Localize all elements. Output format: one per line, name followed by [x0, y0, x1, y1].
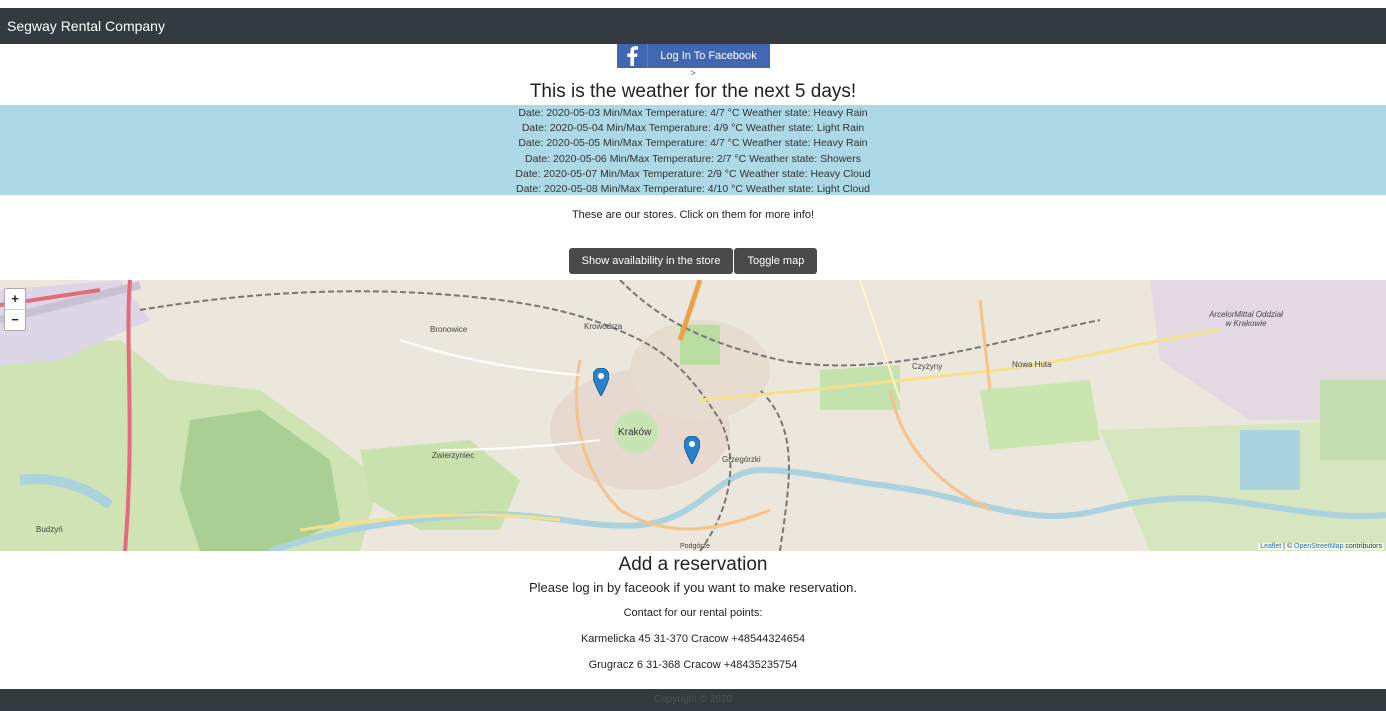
store-marker-grugracz[interactable]: [683, 435, 701, 469]
map-label-nowa-huta: Nowa Huta: [1012, 360, 1052, 369]
stray-text: >: [690, 68, 696, 78]
toggle-map-button[interactable]: Toggle map: [734, 248, 818, 274]
map-marker-icon: [592, 367, 610, 398]
footer: Copyright © 2020: [0, 689, 1386, 711]
reservation-section: Add a reservation Please log in by faceo…: [0, 553, 1386, 672]
contact-heading: Contact for our rental points:: [623, 607, 763, 619]
map-button-row: Show availability in the store Toggle map: [0, 248, 1386, 274]
facebook-icon: [617, 44, 648, 68]
show-availability-button[interactable]: Show availability in the store: [568, 248, 734, 274]
forecast-row: Date: 2020-05-03 Min/Max Temperature: 4/…: [518, 107, 868, 119]
weather-title: This is the weather for the next 5 days!: [529, 81, 857, 102]
map-label-krakow: Kraków: [618, 427, 652, 438]
attribution-separator: | ©: [1281, 543, 1295, 550]
map-attribution: Leaflet | © OpenStreetMap contributors: [1258, 543, 1384, 550]
weather-forecast-list: Date: 2020-05-03 Min/Max Temperature: 4/…: [0, 105, 1386, 195]
attribution-tail: contributors: [1343, 543, 1382, 550]
map-tiles: [0, 280, 1386, 551]
facebook-login-label: Log In To Facebook: [660, 50, 757, 62]
store-map[interactable]: Kraków Bronowice Krowodrza Zwierzyniec G…: [0, 280, 1386, 551]
rental-point: Karmelicka 45 31-370 Cracow +48544324654: [580, 633, 806, 645]
map-label-arcelor: ArcelorMittal Oddział w Krakowie: [1209, 310, 1283, 328]
forecast-row: Date: 2020-05-05 Min/Max Temperature: 4/…: [518, 137, 868, 150]
reservation-title: Add a reservation: [618, 554, 768, 575]
brand-title[interactable]: Segway Rental Company: [7, 18, 165, 34]
map-label-zwierzyniec: Zwierzyniec: [432, 451, 475, 460]
map-label-bronowice: Bronowice: [430, 325, 468, 334]
copyright-text: Copyright © 2020: [654, 694, 732, 705]
forecast-row: Date: 2020-05-08 Min/Max Temperature: 4/…: [515, 182, 870, 195]
map-label-grzegorzki: Grzegórzki: [722, 455, 761, 464]
navbar: Segway Rental Company: [0, 8, 1386, 44]
map-marker-icon: [683, 435, 701, 466]
forecast-row: Date: 2020-05-07 Min/Max Temperature: 2/…: [515, 167, 871, 180]
top-gap: [0, 0, 1386, 8]
reservation-login-prompt: Please log in by faceook if you want to …: [528, 580, 858, 595]
facebook-login-wrapper: Log In To Facebook: [0, 44, 1386, 68]
map-label-czyzyny: Czyżyny: [912, 362, 943, 371]
stores-intro: These are our stores. Click on them for …: [571, 209, 815, 221]
zoom-out-button[interactable]: −: [5, 309, 25, 330]
store-marker-karmelicka[interactable]: [592, 367, 610, 401]
openstreetmap-link[interactable]: OpenStreetMap: [1294, 543, 1343, 550]
leaflet-link[interactable]: Leaflet: [1260, 543, 1281, 550]
facebook-login-button[interactable]: Log In To Facebook: [616, 44, 770, 68]
map-zoom-control: + −: [4, 288, 26, 331]
forecast-row: Date: 2020-05-04 Min/Max Temperature: 4/…: [521, 122, 865, 135]
map-label-krowodrza: Krowodrza: [584, 322, 623, 331]
map-label-podgorze: Podgórze: [680, 543, 710, 550]
map-label-budzyn: Budzyń: [36, 525, 63, 534]
rental-point: Grugracz 6 31-368 Cracow +48435235754: [588, 659, 798, 671]
zoom-in-button[interactable]: +: [5, 289, 25, 309]
forecast-row: Date: 2020-05-06 Min/Max Temperature: 2/…: [525, 152, 861, 165]
